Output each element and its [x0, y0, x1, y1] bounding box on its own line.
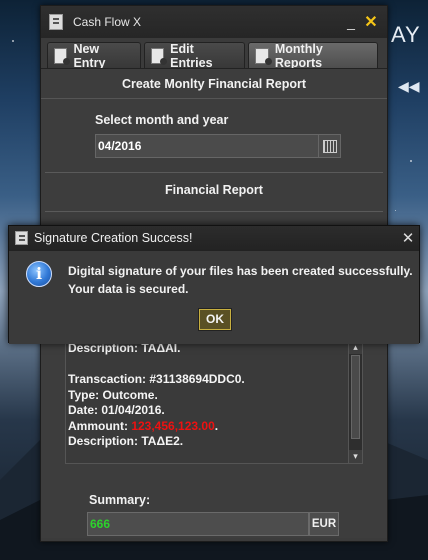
report-line: Type: Outcome. — [68, 387, 158, 402]
app-icon — [15, 231, 28, 245]
report-scrollbar[interactable]: ▴ ▾ — [348, 341, 362, 463]
report-amount-line: Ammount: 123,456,123.00. — [68, 419, 344, 435]
document-edit-icon — [150, 47, 168, 65]
currency-label: EUR — [309, 512, 339, 536]
tab-label: Edit Entries — [170, 41, 213, 70]
divider — [45, 172, 383, 173]
amount-suffix: . — [214, 418, 219, 433]
background-brand-text: AY — [391, 22, 421, 47]
report-blank-line — [68, 357, 344, 373]
report-text-area[interactable]: Description: ΤΑΔΑΙ. Transcaction: #31138… — [65, 340, 363, 464]
dialog-title-bar[interactable]: Signature Creation Success! ✕ — [9, 226, 419, 250]
window-title: Cash Flow X — [73, 15, 142, 29]
tab-monthly-reports[interactable]: Monthly Reports — [248, 41, 378, 70]
calendar-button[interactable] — [318, 135, 340, 157]
amount-label: Ammount: — [68, 418, 132, 433]
info-icon: i — [26, 261, 52, 287]
report-line: Description: ΤΑΔΕ2. — [68, 434, 184, 448]
amount-value: 123,456,123.00 — [131, 418, 215, 433]
document-search-icon — [255, 47, 273, 65]
scroll-down-icon[interactable]: ▾ — [349, 450, 362, 463]
app-icon — [49, 14, 63, 30]
tab-new-entry[interactable]: New Entry — [47, 41, 141, 70]
star — [395, 210, 396, 211]
report-line: Date: 01/04/2016. — [68, 403, 165, 417]
tab-label: Monthly Reports — [274, 41, 323, 70]
dialog-body: i Digital signature of your files has be… — [9, 250, 419, 344]
report-content: Description: ΤΑΔΑΙ. Transcaction: #31138… — [66, 341, 362, 450]
ok-button[interactable]: OK — [198, 308, 232, 331]
star — [12, 40, 14, 42]
report-form-heading: Create Monlty Financial Report — [41, 69, 387, 99]
calendar-icon — [322, 139, 337, 153]
dialog-close-button[interactable]: ✕ — [397, 229, 419, 247]
divider — [45, 211, 383, 212]
dialog-message: Digital signature of your files has been… — [68, 262, 413, 298]
month-year-value: 04/2016 — [98, 139, 142, 153]
close-button[interactable]: ✕ — [361, 12, 381, 32]
signature-success-dialog: Signature Creation Success! ✕ i Digital … — [8, 225, 420, 344]
summary-label: Summary: — [89, 493, 151, 507]
month-year-field[interactable]: 04/2016 — [95, 134, 341, 158]
title-bar[interactable]: Cash Flow X _ ✕ — [41, 6, 387, 38]
financial-report-heading: Financial Report — [165, 183, 263, 197]
dialog-title: Signature Creation Success! — [34, 231, 193, 245]
summary-field[interactable]: 666 — [87, 512, 309, 536]
dialog-message-line: Your data is secured. — [68, 282, 189, 296]
month-label: Select month and year — [95, 113, 229, 127]
tab-bar: New Entry Edit Entries Monthly Reports — [41, 38, 387, 70]
tab-label: New Entry — [73, 41, 106, 70]
tab-edit-entries[interactable]: Edit Entries — [143, 41, 246, 70]
scroll-thumb[interactable] — [351, 355, 360, 439]
document-add-icon — [54, 47, 71, 65]
report-line: Transcaction: #31138694DDC0. — [68, 372, 245, 386]
rewind-icon: ◀◀ — [398, 78, 420, 94]
minimize-button[interactable]: _ — [341, 14, 361, 30]
dialog-message-line: Digital signature of your files has been… — [68, 264, 413, 278]
star — [410, 160, 412, 162]
